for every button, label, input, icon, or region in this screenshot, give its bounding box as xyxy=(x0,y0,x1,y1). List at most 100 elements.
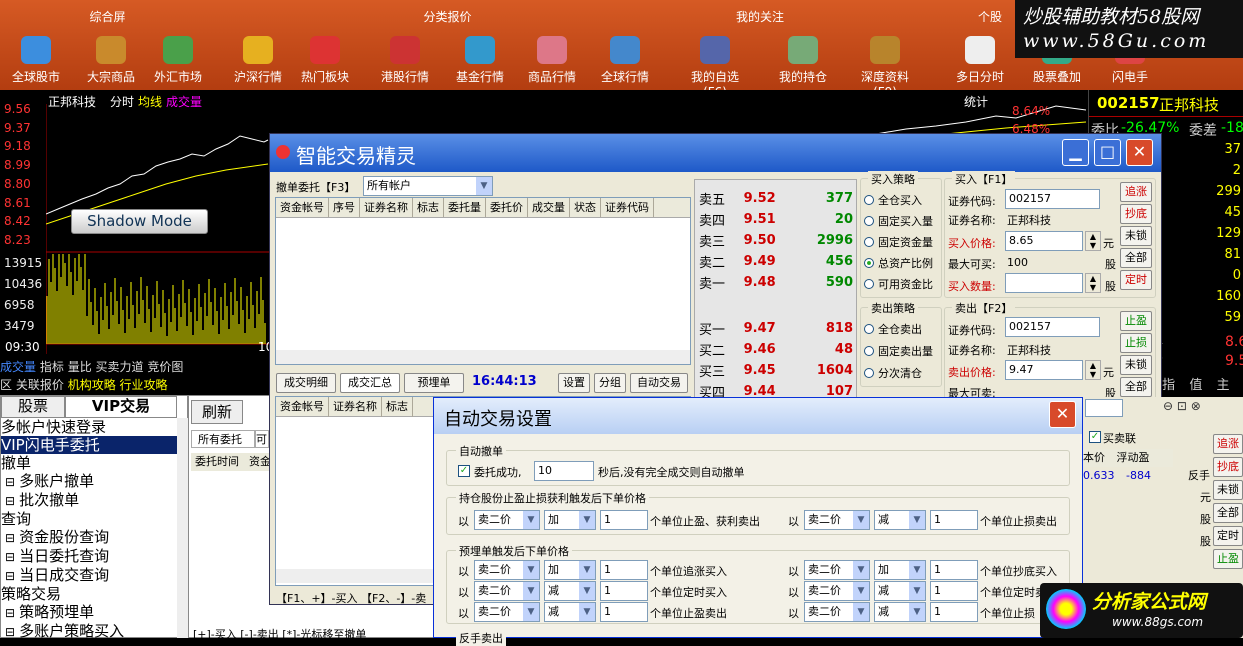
nav-button-7[interactable]: 商品行情 xyxy=(517,34,587,88)
quote-tab-index[interactable]: 指 xyxy=(1162,378,1175,393)
unit-count-field[interactable]: 1 xyxy=(600,510,648,530)
sell-action-button[interactable]: 止盈 xyxy=(1120,311,1152,331)
tree-item[interactable]: ⊟ 资金股份查询 xyxy=(1,528,177,547)
refresh-button[interactable]: 刷新 xyxy=(191,400,243,424)
nav-button-12[interactable]: 多日分时 xyxy=(945,34,1015,88)
tab-stocks[interactable]: 股票 xyxy=(1,396,65,418)
buy-action-button[interactable]: 未锁 xyxy=(1120,226,1152,246)
sell-action-button[interactable]: 未锁 xyxy=(1120,355,1152,375)
price-type-select[interactable]: 卖二价 xyxy=(474,510,540,530)
order-col-header[interactable]: 状态 xyxy=(570,198,601,217)
nav-button-2[interactable]: 外汇市场 xyxy=(143,34,213,88)
tab-related-quotes[interactable]: 关联报价 xyxy=(16,378,64,392)
radio-icon[interactable] xyxy=(864,216,874,226)
tree-item[interactable]: ⊟ 多账户策略买入 xyxy=(1,622,177,641)
tab-vip-trade[interactable]: VIP交易 xyxy=(65,396,177,418)
nav-button-4[interactable]: 热门板块 xyxy=(290,34,360,88)
dialog-close-button[interactable]: ✕ xyxy=(1049,401,1076,428)
order-col-header[interactable]: 委托价 xyxy=(486,198,528,217)
shadow-mode-button[interactable]: Shadow Mode xyxy=(71,209,208,234)
buy-strategy-option[interactable]: 全仓买入 xyxy=(864,192,933,213)
mini-dropdown[interactable] xyxy=(1085,399,1123,417)
buy-strategy-option[interactable]: 可用资金比 xyxy=(864,276,933,297)
sell-level-row[interactable]: 卖一 9.48 590 xyxy=(697,272,855,293)
unit-count-field[interactable]: 1 xyxy=(930,581,978,601)
buy-action-button[interactable]: 定时 xyxy=(1120,270,1152,290)
sell-strategy-option[interactable]: 分次清仓 xyxy=(864,365,933,387)
mini-action-button[interactable]: 追涨 xyxy=(1213,434,1243,454)
tree-item[interactable]: ⊟ 当日成交查询 xyxy=(1,566,177,585)
unit-count-field[interactable]: 1 xyxy=(600,602,648,622)
sell-price-field[interactable]: 9.47 xyxy=(1005,360,1083,380)
price-type-select[interactable]: 卖二价 xyxy=(804,560,870,580)
tree-item[interactable]: ⊟ 策略预埋单 xyxy=(1,603,177,622)
buy-action-button[interactable]: 全部 xyxy=(1120,248,1152,268)
price-type-select[interactable]: 卖二价 xyxy=(804,602,870,622)
smart-trade-titlebar[interactable]: 智能交易精灵 ▁ □ ✕ xyxy=(270,134,1161,172)
sell-level-row[interactable]: 卖三 9.50 2996 xyxy=(697,230,855,251)
tab-industry[interactable]: 行业攻略 xyxy=(120,378,168,392)
unit-count-field[interactable]: 1 xyxy=(600,581,648,601)
sell-level-row[interactable]: 卖四 9.51 20 xyxy=(697,209,855,230)
price-type-select[interactable]: 卖二价 xyxy=(474,581,540,601)
account-select[interactable]: 所有帐户 xyxy=(363,176,493,196)
deal-col-header[interactable]: 标志 xyxy=(382,397,413,417)
mini-row[interactable]: 0.633 -884 xyxy=(1083,469,1173,485)
buy-qty-field[interactable] xyxy=(1005,273,1083,293)
sell-action-button[interactable]: 全部 xyxy=(1120,377,1152,397)
tree-item[interactable]: 多帐户快速登录 xyxy=(1,418,177,436)
quote-tab-main[interactable]: 主 xyxy=(1216,378,1229,393)
nav-button-6[interactable]: 基金行情 xyxy=(445,34,515,88)
nav-button-3[interactable]: 沪深行情 xyxy=(223,34,293,88)
tree-item[interactable]: ⊟ 批次撤单 xyxy=(1,491,177,510)
radio-icon[interactable] xyxy=(864,237,874,247)
tab-cancellable[interactable]: 可 xyxy=(255,430,269,448)
deal-col-header[interactable]: 资金帐号 xyxy=(276,397,329,417)
order-col-header[interactable]: 委托量 xyxy=(444,198,486,217)
tree-item[interactable]: VIP闪电手委托 xyxy=(1,436,177,454)
buy-action-button[interactable]: 抄底 xyxy=(1120,204,1152,224)
mini-action-button[interactable]: 未锁 xyxy=(1213,480,1243,500)
radio-icon[interactable] xyxy=(864,279,874,289)
auto-cancel-checkbox[interactable]: ✓ xyxy=(458,465,470,477)
nav-button-9[interactable]: 我的自选(F6) xyxy=(680,34,750,99)
deal-tab[interactable]: 成交明细 xyxy=(276,373,336,393)
nav-button-5[interactable]: 港股行情 xyxy=(370,34,440,88)
order-col-header[interactable]: 证券名称 xyxy=(360,198,413,217)
direction-select[interactable]: 加 xyxy=(544,510,596,530)
order-col-header[interactable]: 序号 xyxy=(329,198,360,217)
order-col-header[interactable]: 成交量 xyxy=(528,198,570,217)
unit-count-field[interactable]: 1 xyxy=(930,560,978,580)
buy-level-row[interactable]: 买一 9.47 818 xyxy=(697,318,855,339)
auto-trade-button[interactable]: 自动交易 xyxy=(630,373,688,393)
direction-select[interactable]: 加 xyxy=(874,560,926,580)
buy-strategy-option[interactable]: 固定资金量 xyxy=(864,234,933,255)
mini-window-controls[interactable]: ⊖ ⊡ ⊗ xyxy=(1163,399,1239,417)
tree-item[interactable]: ⊟ 当日委托查询 xyxy=(1,547,177,566)
maximize-button[interactable]: □ xyxy=(1094,139,1121,166)
close-button[interactable]: ✕ xyxy=(1126,139,1153,166)
unit-count-field[interactable]: 1 xyxy=(930,602,978,622)
stats-label[interactable]: 统计 xyxy=(964,93,988,110)
tab-area[interactable]: 区 xyxy=(0,378,12,392)
sell-price-spinner[interactable]: ▲ ▼ xyxy=(1085,360,1101,380)
nav-button-1[interactable]: 大宗商品 xyxy=(76,34,146,88)
tab-volume[interactable]: 成交量 xyxy=(0,360,36,374)
direction-select[interactable]: 减 xyxy=(874,581,926,601)
price-type-select[interactable]: 卖二价 xyxy=(804,581,870,601)
order-col-header[interactable]: 资金帐号 xyxy=(276,198,329,217)
buy-qty-spinner[interactable]: ▲ ▼ xyxy=(1085,273,1101,293)
deal-tab[interactable]: 成交汇总 xyxy=(340,373,400,393)
nav-category-stock[interactable]: 个股 xyxy=(960,0,1020,32)
deal-tab[interactable]: 预埋单 xyxy=(404,373,464,393)
buy-level-row[interactable]: 买三 9.45 1604 xyxy=(697,360,855,381)
nav-button-10[interactable]: 我的持仓 xyxy=(768,34,838,88)
mini-action-button[interactable]: 全部 xyxy=(1213,503,1243,523)
tree-item[interactable]: 策略交易 xyxy=(1,585,177,603)
tree-scrollbar[interactable] xyxy=(177,418,188,638)
mini-action-button[interactable]: 定时 xyxy=(1213,526,1243,546)
order-col-header[interactable]: 证券代码 xyxy=(601,198,654,217)
sell-level-row[interactable]: 卖五 9.52 377 xyxy=(697,188,855,209)
tab-volume-ratio[interactable]: 量比 xyxy=(68,360,92,374)
unit-count-field[interactable]: 1 xyxy=(930,510,978,530)
